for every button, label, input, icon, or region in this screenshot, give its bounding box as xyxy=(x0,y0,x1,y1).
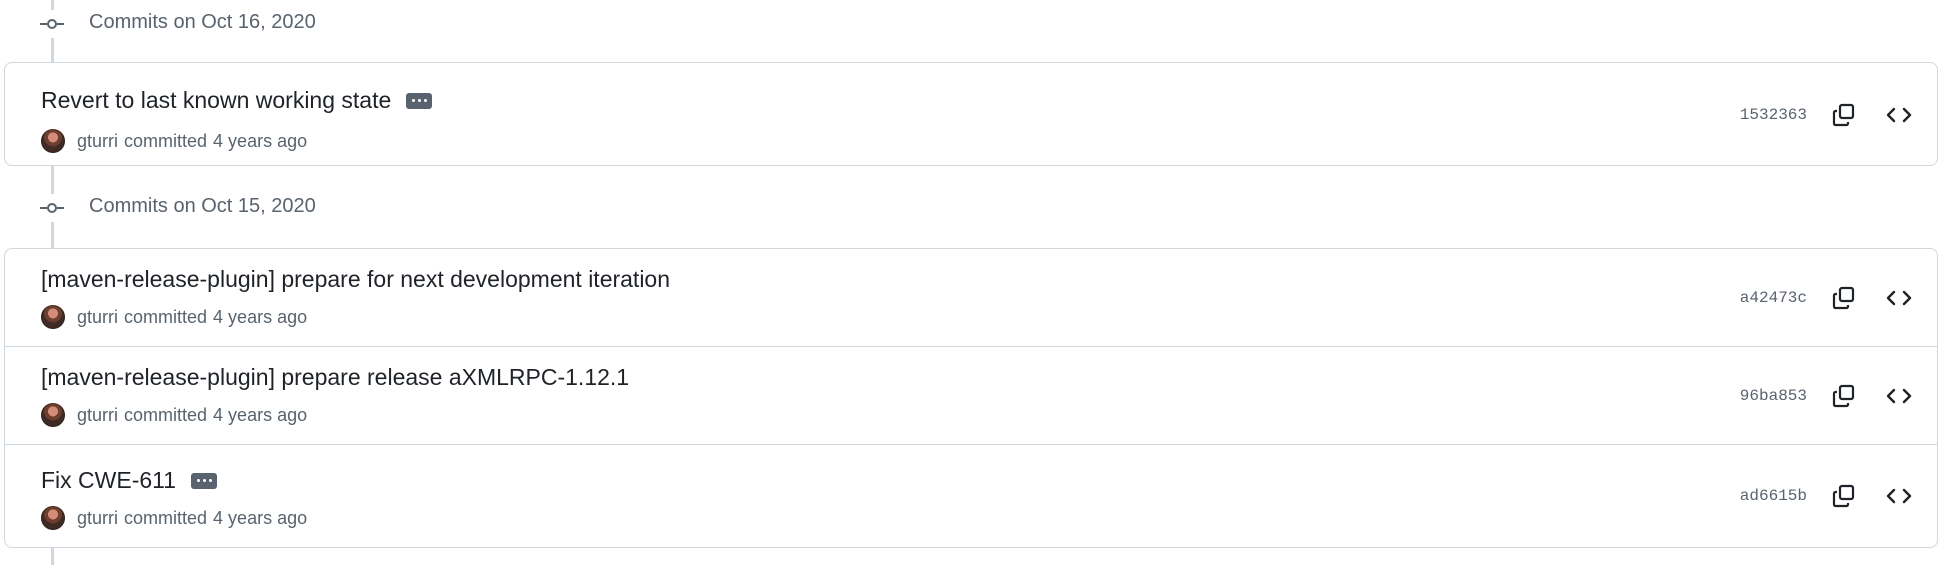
commit-time: 4 years ago xyxy=(213,306,308,327)
avatar[interactable] xyxy=(41,403,65,427)
commit-time: 4 years ago xyxy=(213,404,308,425)
commit-time: 4 years ago xyxy=(213,130,308,151)
commit-action: committed xyxy=(124,404,208,425)
commit-row: Fix CWE-611 gturri committed 4 years ago… xyxy=(5,444,1937,547)
commit-action: committed xyxy=(124,306,208,327)
commit-actions: 96ba853 xyxy=(1740,347,1937,444)
commit-sha-link[interactable]: ad6615b xyxy=(1740,487,1807,505)
commit-action: committed xyxy=(124,130,208,151)
commit-title-link[interactable]: Fix CWE-611 xyxy=(41,467,176,494)
avatar[interactable] xyxy=(41,129,65,153)
commit-title-wrapper: [maven-release-plugin] prepare for next … xyxy=(41,266,670,293)
commit-actions: 1532363 xyxy=(1740,63,1937,165)
copy-icon[interactable] xyxy=(1827,379,1861,413)
author-link[interactable]: gturri xyxy=(77,508,118,529)
code-icon[interactable] xyxy=(1882,98,1916,132)
commit-list: [maven-release-plugin] prepare for next … xyxy=(4,248,1938,548)
commit-actions: ad6615b xyxy=(1740,445,1937,547)
commit-sha-link[interactable]: 1532363 xyxy=(1740,106,1807,124)
commit-meta: gturri committed 4 years ago xyxy=(41,129,307,153)
commit-title-link[interactable]: Revert to last known working state xyxy=(41,87,391,114)
commit-time: 4 years ago xyxy=(213,507,308,528)
copy-icon[interactable] xyxy=(1827,98,1861,132)
commit-row: [maven-release-plugin] prepare release a… xyxy=(5,346,1937,444)
commit-sha-link[interactable]: 96ba853 xyxy=(1740,387,1807,405)
commit-meta: gturri committed 4 years ago xyxy=(41,506,307,530)
commit-row: [maven-release-plugin] prepare for next … xyxy=(5,249,1937,346)
commit-meta: gturri committed 4 years ago xyxy=(41,403,307,427)
commit-title-wrapper: Fix CWE-611 xyxy=(41,467,218,494)
commit-title-wrapper: Revert to last known working state xyxy=(41,87,433,114)
commit-sha-link[interactable]: a42473c xyxy=(1740,289,1807,307)
commit-title-link[interactable]: [maven-release-plugin] prepare for next … xyxy=(41,266,670,293)
ellipsis-icon[interactable] xyxy=(191,472,218,489)
avatar[interactable] xyxy=(41,305,65,329)
commit-group-header: Commits on Oct 16, 2020 xyxy=(89,11,316,33)
commit-actions: a42473c xyxy=(1740,249,1937,346)
commit-group-header: Commits on Oct 15, 2020 xyxy=(89,195,316,217)
commit-title-link[interactable]: [maven-release-plugin] prepare release a… xyxy=(41,364,629,391)
code-icon[interactable] xyxy=(1882,379,1916,413)
git-commit-icon xyxy=(38,194,66,222)
copy-icon[interactable] xyxy=(1827,479,1861,513)
commit-meta: gturri committed 4 years ago xyxy=(41,305,307,329)
author-link[interactable]: gturri xyxy=(77,131,118,152)
copy-icon[interactable] xyxy=(1827,281,1861,315)
code-icon[interactable] xyxy=(1882,281,1916,315)
author-link[interactable]: gturri xyxy=(77,307,118,328)
commit-list: Revert to last known working state gturr… xyxy=(4,62,1938,166)
code-icon[interactable] xyxy=(1882,479,1916,513)
commit-action: committed xyxy=(124,507,208,528)
ellipsis-icon[interactable] xyxy=(406,92,433,109)
commit-row: Revert to last known working state gturr… xyxy=(5,63,1937,165)
commit-title-wrapper: [maven-release-plugin] prepare release a… xyxy=(41,364,629,391)
avatar[interactable] xyxy=(41,506,65,530)
git-commit-icon xyxy=(38,10,66,38)
author-link[interactable]: gturri xyxy=(77,405,118,426)
